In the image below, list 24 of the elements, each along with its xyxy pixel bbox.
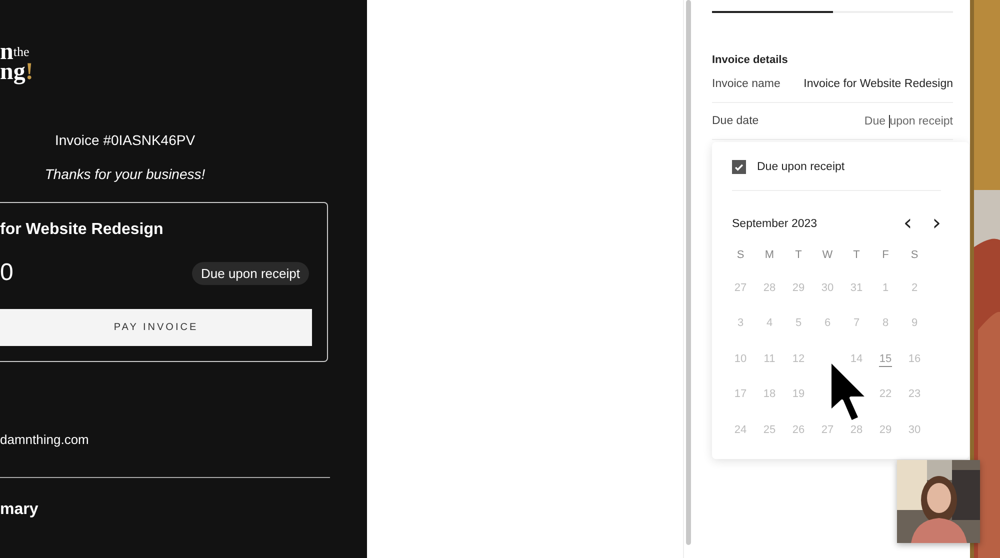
- contact-email: damnthing.com: [0, 432, 90, 447]
- section-title: Invoice details: [712, 54, 789, 66]
- scrollbar[interactable]: [683, 0, 693, 558]
- weekday-label: T: [852, 248, 861, 263]
- thanks-message: Thanks for your business!: [44, 166, 206, 182]
- section-heading: mary: [0, 501, 40, 519]
- weekday-label: M: [764, 248, 776, 263]
- field-label: Due date: [712, 115, 759, 127]
- weekday-label: S: [736, 248, 746, 263]
- checkbox-label: Due upon receipt: [757, 161, 845, 173]
- pay-invoice-button[interactable]: PAY INVOICE: [0, 309, 312, 346]
- weekday-label: T: [794, 248, 803, 263]
- weekday-label: W: [821, 248, 834, 263]
- checkbox[interactable]: [732, 160, 746, 174]
- due-badge: Due upon receipt: [192, 262, 309, 284]
- invoice-amount: 0: [0, 259, 14, 287]
- field-value[interactable]: Due upon receipt: [864, 114, 953, 128]
- weekday-label: S: [910, 248, 920, 263]
- field-label: Invoice name: [712, 78, 780, 90]
- field-value[interactable]: Invoice for Website Redesign: [804, 78, 953, 90]
- invoice-title: for Website Redesign: [0, 221, 164, 239]
- weekday-label: F: [881, 248, 890, 263]
- invoice-number: Invoice #0IASNK46PV: [54, 132, 196, 148]
- month-label: September 2023: [732, 218, 818, 230]
